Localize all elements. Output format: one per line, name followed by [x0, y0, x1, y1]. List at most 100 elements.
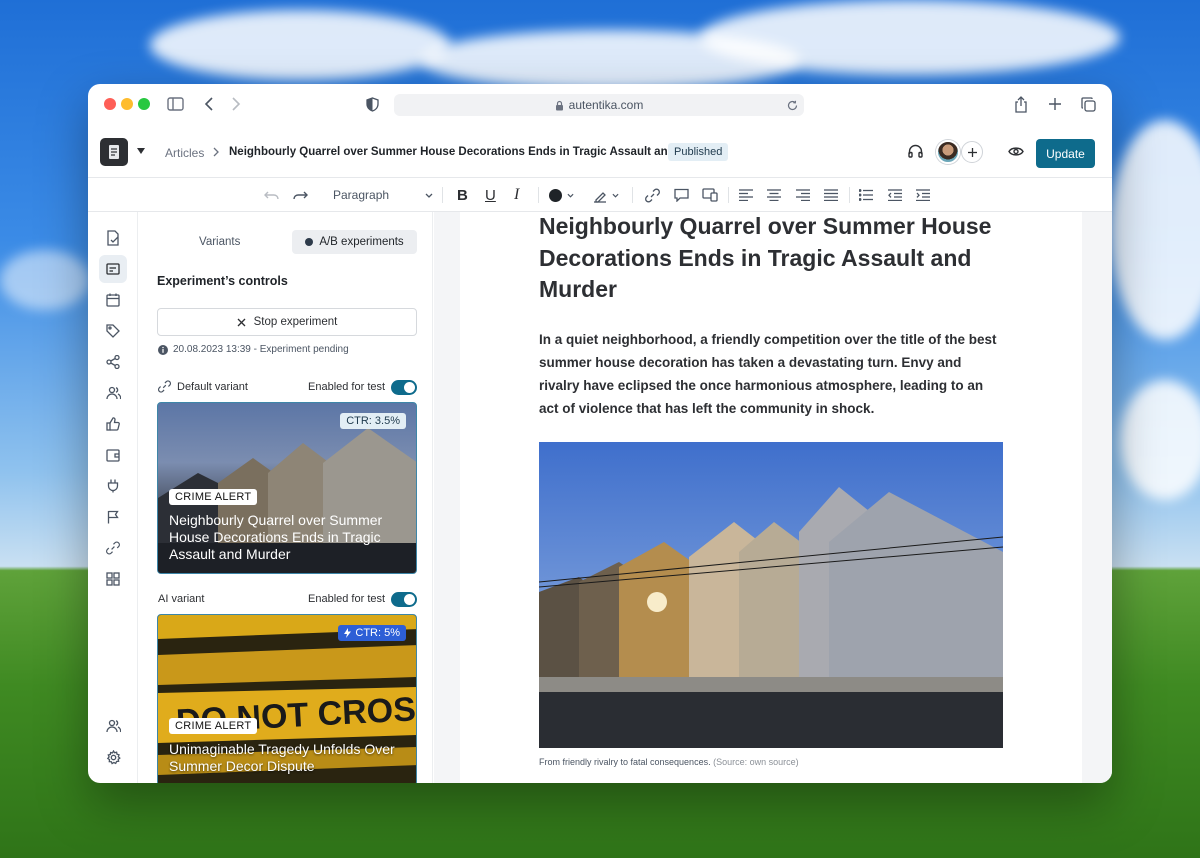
- undo-icon[interactable]: [264, 186, 279, 204]
- headphones-icon[interactable]: [908, 144, 923, 158]
- article-headline[interactable]: Neighbourly Quarrel over Summer House De…: [539, 211, 1009, 306]
- chevron-down-icon: [567, 193, 574, 198]
- device-preview-icon[interactable]: [702, 186, 718, 204]
- controls-title: Experiment’s controls: [157, 274, 288, 288]
- preview-eye-icon[interactable]: [1008, 146, 1024, 157]
- tab-ab-experiments[interactable]: A/B experiments: [292, 230, 417, 254]
- update-button[interactable]: Update: [1036, 139, 1095, 168]
- bold-icon[interactable]: B: [457, 186, 468, 204]
- add-collaborator-button[interactable]: [961, 141, 983, 163]
- rail-users-icon[interactable]: [99, 712, 127, 740]
- default-variant-card[interactable]: CTR: 3.5% CRIME ALERT Neighbourly Quarre…: [157, 402, 417, 574]
- new-tab-icon[interactable]: [1048, 97, 1062, 111]
- privacy-shield-icon[interactable]: [366, 97, 379, 112]
- article-image[interactable]: [539, 442, 1003, 748]
- rail-tag-icon[interactable]: [99, 317, 127, 345]
- ai-enabled-toggle[interactable]: [391, 592, 417, 607]
- image-caption-text: From friendly rivalry to fatal consequen…: [539, 757, 711, 767]
- bullet-list-icon[interactable]: [859, 186, 873, 204]
- status-badge: Published: [668, 143, 729, 161]
- align-justify-icon[interactable]: [824, 186, 838, 204]
- comment-icon[interactable]: [674, 186, 689, 204]
- breadcrumb-chevron-icon: [213, 147, 220, 157]
- sidebar-toggle-icon[interactable]: [167, 97, 184, 111]
- experiment-status-text: 20.08.2023 13:39 - Experiment pending: [173, 344, 349, 355]
- browser-window: autentika.com Articles Neighbourly Quarr…: [88, 84, 1112, 783]
- paragraph-style-select[interactable]: Paragraph: [333, 186, 433, 204]
- ai-variant-label: AI variant: [158, 593, 205, 605]
- default-enabled-toggle[interactable]: [391, 380, 417, 395]
- reload-icon[interactable]: [787, 100, 798, 111]
- default-variant-title: Neighbourly Quarrel over Summer House De…: [169, 512, 383, 562]
- browser-chrome: autentika.com: [88, 84, 1112, 126]
- rail-checklist-icon[interactable]: [99, 224, 127, 252]
- image-caption-source: (Source: own source): [713, 757, 799, 767]
- outdent-icon[interactable]: [888, 186, 902, 204]
- share-icon[interactable]: [1014, 96, 1028, 113]
- text-color-picker[interactable]: [549, 186, 574, 204]
- default-variant-text: Default variant: [177, 380, 248, 393]
- text-color-swatch: [549, 188, 562, 202]
- align-center-icon[interactable]: [767, 186, 781, 204]
- tab-variants[interactable]: Variants: [199, 236, 240, 248]
- forward-icon[interactable]: [231, 97, 241, 111]
- toolbar-divider: [538, 187, 539, 203]
- rail-flag-icon[interactable]: [99, 503, 127, 531]
- default-variant-label: Default variant: [158, 380, 248, 393]
- italic-icon[interactable]: I: [514, 186, 519, 204]
- ai-enabled-label: Enabled for test: [308, 593, 386, 605]
- rail-link-icon[interactable]: [99, 534, 127, 562]
- breadcrumb-article-title: Neighbourly Quarrel over Summer House De…: [229, 146, 717, 158]
- info-icon: [158, 344, 168, 355]
- houses-photo: [539, 487, 1003, 748]
- rail-wallet-icon[interactable]: [99, 441, 127, 469]
- redo-icon[interactable]: [293, 186, 308, 204]
- link-icon[interactable]: [645, 186, 660, 204]
- toolbar-divider: [442, 187, 443, 203]
- address-bar[interactable]: autentika.com: [394, 94, 804, 116]
- highlight-picker[interactable]: [593, 186, 619, 204]
- lock-icon: [555, 100, 563, 110]
- close-icon: [237, 318, 246, 326]
- toolbar-divider: [849, 187, 850, 203]
- stop-experiment-label: Stop experiment: [253, 316, 338, 328]
- rail-calendar-icon[interactable]: [99, 286, 127, 314]
- toolbar-divider: [632, 187, 633, 203]
- rail-share-icon[interactable]: [99, 348, 127, 376]
- highlighter-icon: [594, 191, 606, 203]
- rail-plugin-icon[interactable]: [99, 472, 127, 500]
- align-right-icon[interactable]: [796, 186, 810, 204]
- rail-thumbs-up-icon[interactable]: [99, 410, 127, 438]
- default-enabled-label: Enabled for test: [308, 381, 386, 393]
- ai-category-tag: CRIME ALERT: [169, 718, 258, 734]
- editor-toolbar: Paragraph B U I: [88, 178, 1112, 212]
- link-icon: [158, 380, 171, 393]
- close-window-button[interactable]: [104, 98, 116, 110]
- zoom-window-button[interactable]: [138, 98, 150, 110]
- rail-widgets-icon[interactable]: [99, 565, 127, 593]
- active-dot-icon: [305, 238, 314, 246]
- article-lead[interactable]: In a quiet neighborhood, a friendly comp…: [539, 328, 1005, 420]
- back-icon[interactable]: [204, 97, 214, 111]
- stop-experiment-button[interactable]: Stop experiment: [157, 308, 417, 336]
- minimize-window-button[interactable]: [121, 98, 133, 110]
- app-logo[interactable]: [100, 138, 128, 166]
- app-switcher-caret-icon[interactable]: [137, 148, 145, 154]
- url-text: autentika.com: [568, 98, 644, 112]
- ai-variant-title: Unimaginable Tragedy Unfolds Over Summer…: [169, 741, 395, 774]
- underline-icon[interactable]: U: [485, 186, 496, 204]
- avatar[interactable]: [936, 140, 960, 164]
- align-left-icon[interactable]: [739, 186, 753, 204]
- breadcrumb-articles[interactable]: Articles: [165, 146, 204, 160]
- left-rail: [88, 212, 138, 783]
- rail-article-icon[interactable]: [99, 255, 127, 283]
- tab-overview-icon[interactable]: [1081, 97, 1096, 112]
- rail-settings-gear-icon[interactable]: [99, 743, 127, 771]
- rail-authors-icon[interactable]: [99, 379, 127, 407]
- indent-icon[interactable]: [916, 186, 930, 204]
- default-ctr-badge: CTR: 3.5%: [340, 413, 406, 429]
- chevron-down-icon: [425, 193, 433, 198]
- image-caption: From friendly rivalry to fatal consequen…: [539, 757, 799, 767]
- app-header: Articles Neighbourly Quarrel over Summer…: [88, 126, 1112, 178]
- ai-variant-card[interactable]: DO NOT CROSS CTR: 5% CRIME ALERT Unimagi…: [157, 614, 417, 783]
